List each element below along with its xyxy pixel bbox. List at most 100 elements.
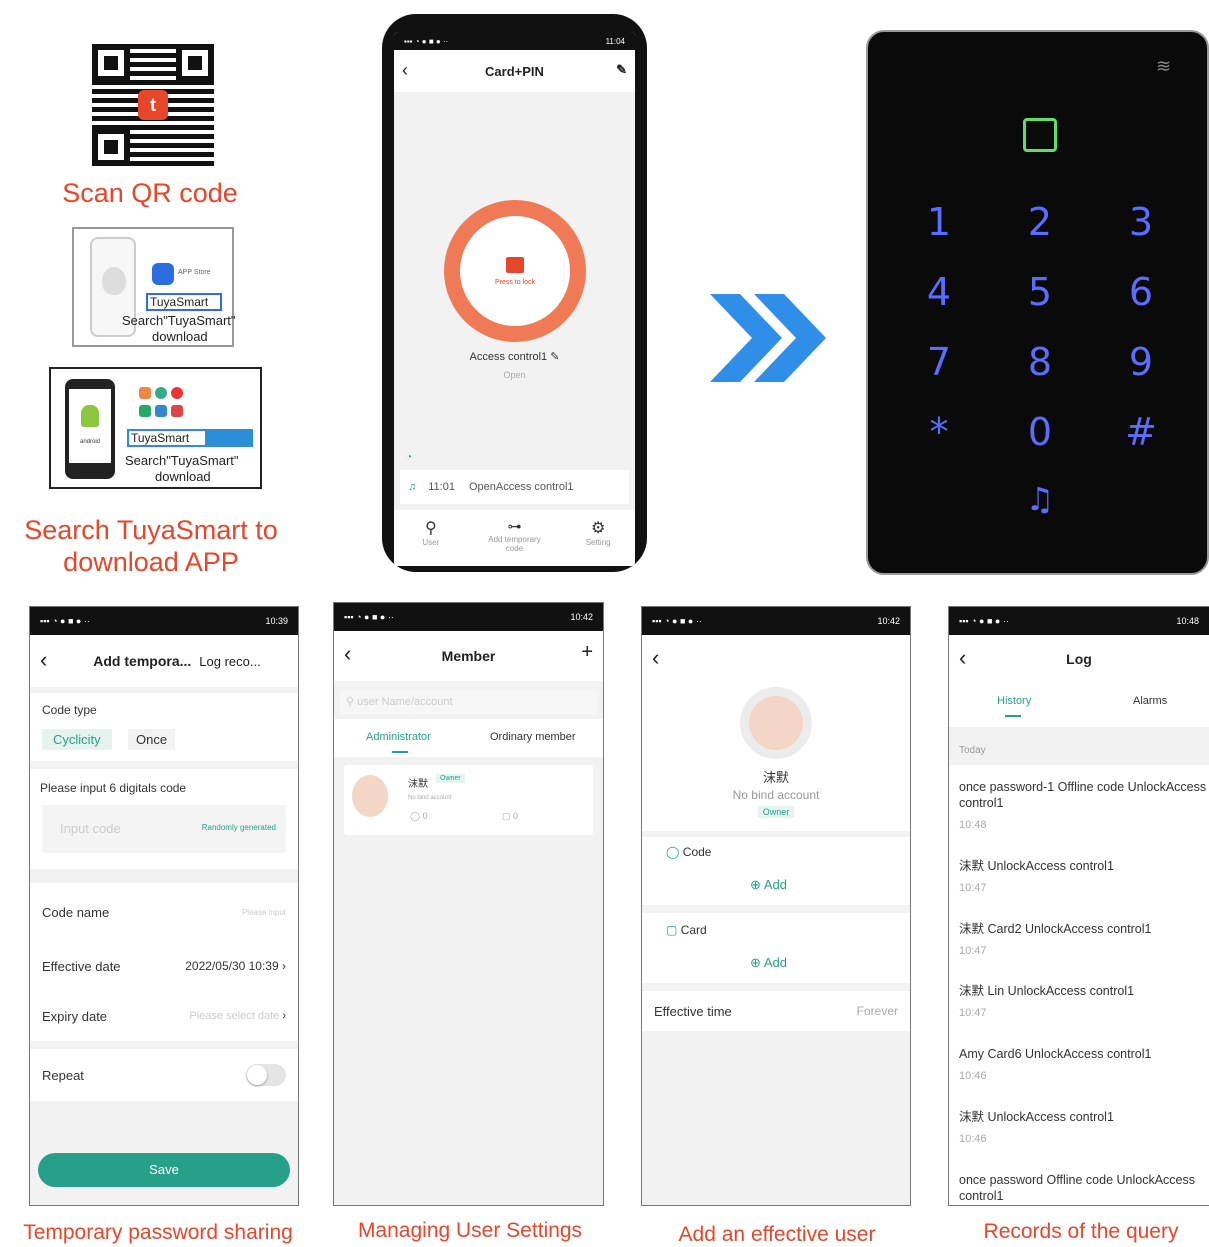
search-placeholder: user Name/account — [357, 696, 453, 708]
cyclicity-chip[interactable]: Cyclicity — [42, 729, 112, 750]
nav-setting[interactable]: ⚙ Setting — [573, 518, 623, 547]
owner-badge: Owner — [757, 806, 795, 818]
effective-date-row[interactable]: Effective date 2022/05/30 10:39 › — [30, 941, 298, 991]
back-icon[interactable]: ‹ — [344, 641, 351, 667]
android-phone-graphic: android — [65, 379, 115, 479]
log-caption: Records of the query — [983, 1220, 1179, 1243]
back-icon[interactable]: ‹ — [402, 60, 408, 81]
bottom-nav: ⚲ User ⊶ Add temporary code ⚙ Setting — [394, 510, 635, 566]
card-reader-icon — [1023, 118, 1057, 152]
press-to-lock: Press to lock — [494, 278, 536, 286]
code-input[interactable]: Input code Randomly generated — [42, 805, 286, 853]
search-icon: ⚲ — [346, 696, 355, 708]
code-name-row[interactable]: Code name Please input — [30, 883, 298, 941]
today-bar: Today — [949, 727, 1209, 765]
log-text: OpenAccess control1 — [468, 481, 574, 493]
edit-icon[interactable]: ✎ — [616, 62, 627, 78]
member-card[interactable]: 沫默 Owner No bind account ◯ 0 ▢ 0 — [344, 765, 593, 835]
temp-caption: Temporary password sharing — [23, 1221, 293, 1244]
add-icon[interactable]: + — [581, 641, 593, 664]
key-icon: ⊶ — [507, 518, 522, 534]
code-name-placeholder: Please input — [241, 907, 286, 917]
page-title: Card+PIN — [485, 63, 544, 79]
user-name: 沫默 — [762, 770, 789, 785]
expiry-date-label: Expiry date — [42, 1008, 108, 1024]
add-card-button[interactable]: ⊕ Add — [750, 955, 787, 971]
chevron-right-icon: › — [282, 959, 286, 973]
log-entry: 沫默 UnlockAccess control1 10:47 — [959, 859, 1114, 894]
plus-circle-icon: ⊕ — [750, 877, 761, 892]
code-section: ◯ Code ⊕ Add — [642, 837, 910, 905]
back-icon[interactable]: ‹ — [959, 645, 966, 671]
effective-date-label: Effective date — [42, 958, 121, 974]
key-3[interactable]: 3 — [1106, 200, 1176, 244]
member-search[interactable]: ⚲ user Name/account — [340, 689, 597, 715]
key-1[interactable]: 1 — [904, 200, 974, 244]
effective-date-value: 2022/05/30 10:39 — [185, 959, 279, 973]
randomly-generated-button[interactable]: Randomly generated — [202, 823, 276, 832]
back-icon[interactable]: ‹ — [40, 647, 47, 673]
status-bar: ▪▪▪ ◔ ● ■ ● ·· 10:39 — [30, 607, 298, 635]
log-time: 11:01 — [428, 481, 455, 493]
code-type-section: Code type Cyclicity Once — [30, 693, 298, 761]
log-entry: Amy Card6 UnlockAccess control1 10:46 — [959, 1047, 1152, 1082]
bell-icon: ♫ — [408, 481, 417, 493]
user-detail-screen: ▪▪▪ ◔ ● ■ ● ·· 10:42 ‹ 沫默 No bind account… — [641, 606, 911, 1206]
nav-user[interactable]: ⚲ User — [406, 518, 456, 547]
key-star[interactable]: * — [904, 410, 974, 454]
device-name: Access control1 ✎ — [469, 351, 560, 363]
android-brand: android — [79, 439, 100, 445]
back-icon[interactable]: ‹ — [652, 645, 659, 671]
search-caption-line1: Search TuyaSmart to — [24, 515, 278, 545]
no-bind-text: No bind account — [408, 795, 452, 801]
expiry-date-row[interactable]: Expiry date Please select date › — [30, 991, 298, 1041]
user-icon: ⚲ — [424, 520, 437, 537]
repeat-row: Repeat — [30, 1049, 298, 1101]
member-caption: Managing User Settings — [357, 1219, 583, 1242]
tab-alarms[interactable]: Alarms — [1133, 695, 1167, 707]
chevron-right-icon: › — [282, 1010, 286, 1022]
doorbell-icon[interactable]: ♫ — [1005, 480, 1075, 518]
add-code-button[interactable]: ⊕ Add — [750, 877, 787, 893]
gear-icon: ⚙ — [590, 520, 606, 537]
status-bar: ▪▪▪ ◔ ● ■ ● ·· 10:48 — [949, 607, 1209, 635]
status-bar: ▪▪▪ ◔ ● ■ ● ·· 10:42 — [642, 607, 910, 635]
once-chip[interactable]: Once — [128, 729, 176, 750]
key-5[interactable]: 5 — [1005, 270, 1075, 314]
key-0[interactable]: 0 — [1005, 410, 1075, 454]
code-icon: ◯ — [410, 811, 421, 821]
tuya-logo-icon: t — [138, 90, 168, 120]
nav-add-temp-code[interactable]: ⊶ Add temporary code — [479, 518, 549, 553]
apple-download-card: APP Store TuyaSmart Search"TuyaSmart" do… — [72, 227, 236, 347]
header: ‹ Add tempora... Log reco... — [30, 635, 298, 687]
unlock-icon — [506, 256, 524, 273]
app-store-icon — [152, 263, 174, 285]
key-9[interactable]: 9 — [1106, 340, 1176, 384]
card-label: ▢ Card — [666, 923, 707, 937]
effective-time-row[interactable]: Effective time Forever — [642, 991, 910, 1031]
apple-download-text: download — [152, 329, 208, 344]
log-tabs: History Alarms — [949, 683, 1209, 723]
key-4[interactable]: 4 — [904, 270, 974, 314]
code-label: ◯ Code — [666, 845, 712, 859]
key-hash[interactable]: # — [1106, 410, 1176, 454]
avatar — [352, 775, 388, 817]
key-6[interactable]: 6 — [1106, 270, 1176, 314]
log-row[interactable]: ♫ 11:01 OpenAccess control1 — [400, 470, 629, 504]
tab-ordinary[interactable]: Ordinary member — [490, 731, 576, 743]
plus-circle-icon: ⊕ — [750, 955, 761, 970]
tab-log-records[interactable]: Log reco... — [199, 654, 260, 669]
key-7[interactable]: 7 — [904, 340, 974, 384]
header: ‹ Member + — [334, 631, 603, 681]
key-8[interactable]: 8 — [1005, 340, 1075, 384]
log-entry: 沫默 UnlockAccess control1 10:46 — [959, 1110, 1114, 1145]
tab-administrator[interactable]: Administrator — [366, 731, 431, 743]
key-2[interactable]: 2 — [1005, 200, 1075, 244]
code-count: ◯ 0 — [410, 811, 428, 821]
save-button[interactable]: Save — [38, 1153, 290, 1187]
input-label: Please input 6 digitals code — [40, 781, 187, 795]
lock-ring[interactable]: Press to lock — [444, 200, 586, 342]
edit-name-icon[interactable]: ✎ — [550, 351, 559, 363]
tab-history[interactable]: History — [997, 695, 1031, 707]
repeat-toggle[interactable] — [246, 1064, 286, 1086]
